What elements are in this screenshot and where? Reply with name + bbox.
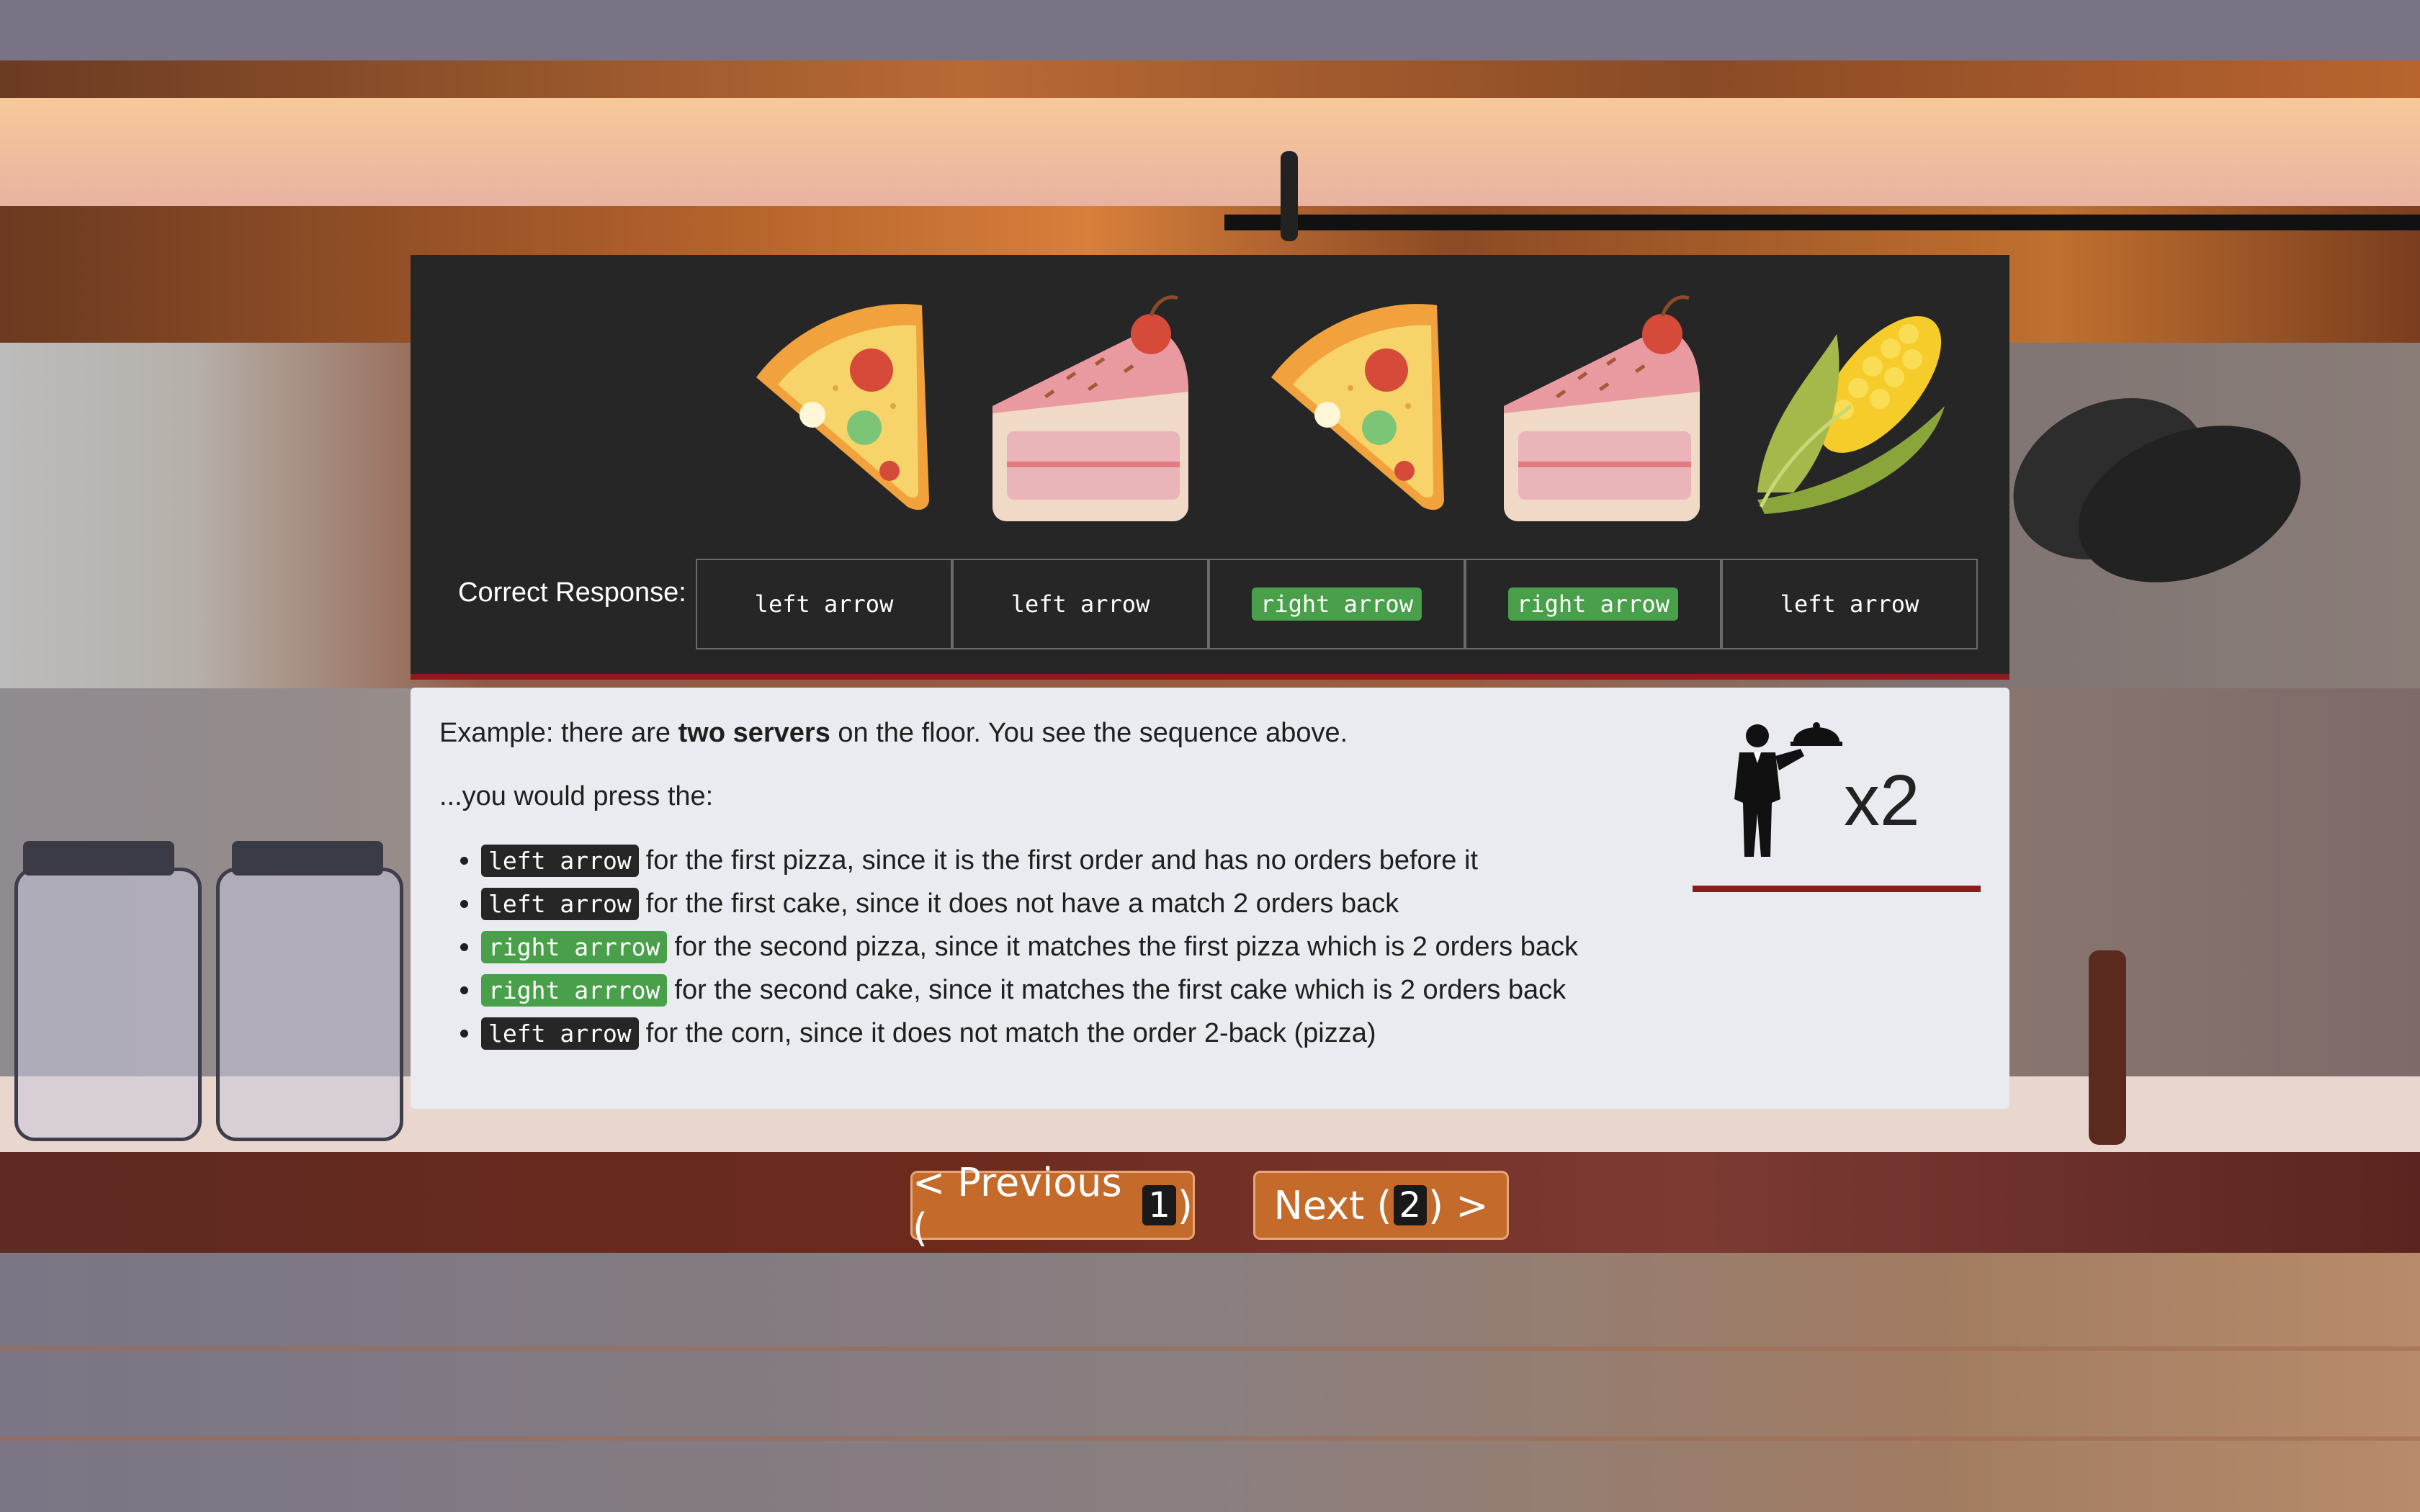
- list-item: left arrowfor the first cake, since it d…: [481, 882, 1578, 925]
- server-underline: [1693, 886, 1981, 892]
- example-intro: Example: there are two servers on the fl…: [439, 718, 1348, 748]
- server-count: x2: [1844, 760, 1920, 841]
- response-explanation-list: left arrowfor the first pizza, since it …: [439, 839, 1578, 1055]
- response-key: left arrow: [745, 588, 902, 621]
- response-key: right arrow: [1252, 588, 1422, 621]
- next-button[interactable]: Next (2) >: [1253, 1171, 1509, 1240]
- example-instruction: ...you would press the:: [439, 781, 714, 811]
- food-sequence-panel: Correct Response: left arrow left arrow …: [411, 255, 2009, 680]
- example-explanation-panel: Example: there are two servers on the fl…: [411, 688, 2009, 1109]
- previous-key-hint: 1: [1142, 1185, 1176, 1225]
- response-cell: left arrow: [952, 559, 1209, 649]
- cake-slice-icon: [1504, 295, 1700, 521]
- next-key-hint: 2: [1393, 1185, 1428, 1225]
- cake-slice-icon: [992, 295, 1188, 521]
- pizza-slice-icon: [1271, 304, 1444, 510]
- response-key: left arrow: [1771, 588, 1928, 621]
- pizza-slice-icon: [756, 304, 929, 510]
- corn-icon: [1757, 316, 1945, 514]
- waiter-icon: [1734, 722, 1842, 857]
- jar-decoration: [14, 868, 202, 1141]
- response-cell: left arrow: [696, 559, 952, 649]
- correct-response-label: Correct Response:: [458, 577, 686, 608]
- previous-button[interactable]: < Previous (1): [910, 1160, 1195, 1251]
- list-item: left arrowfor the corn, since it does no…: [481, 1012, 1578, 1055]
- list-item: right arrrowfor the second cake, since i…: [481, 968, 1578, 1012]
- response-key: left arrow: [1002, 588, 1159, 621]
- response-key: right arrow: [1508, 588, 1678, 621]
- list-item: left arrowfor the first pizza, since it …: [481, 839, 1578, 882]
- list-item: right arrrowfor the second pizza, since …: [481, 925, 1578, 968]
- pepper-mill-decoration: [2089, 950, 2126, 1145]
- response-cell: right arrow: [1209, 559, 1465, 649]
- response-cell: left arrow: [1721, 559, 1978, 649]
- response-cell: right arrow: [1465, 559, 1721, 649]
